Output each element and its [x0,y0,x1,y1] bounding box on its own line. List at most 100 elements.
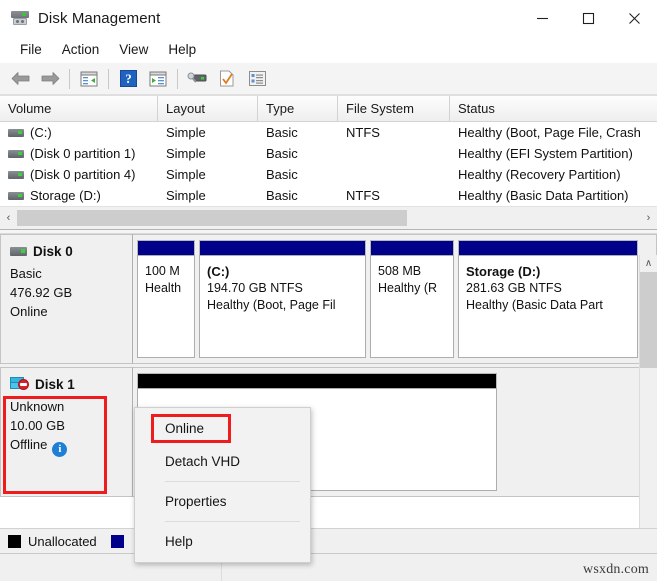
layout-cell: Simple [166,188,206,203]
maximize-button[interactable] [565,0,611,36]
svg-text:?: ? [125,71,132,86]
show-hide-action-pane-icon[interactable] [143,66,173,92]
column-header-layout[interactable]: Layout [158,96,258,121]
table-row[interactable]: (C:) Simple Basic NTFS Healthy (Boot, Pa… [0,122,657,143]
table-row[interactable]: Storage (D:) Simple Basic NTFS Healthy (… [0,185,657,206]
partition-status: Healthy (R [378,281,438,295]
scroll-left-arrow-icon[interactable]: ‹ [0,207,17,229]
column-header-file-system[interactable]: File System [338,96,450,121]
file-system-cell: NTFS [346,125,380,140]
scroll-right-arrow-icon[interactable]: › [640,207,657,229]
partition-body: Storage (D:) 281.63 GB NTFS Healthy (Bas… [458,255,638,358]
column-header-type[interactable]: Type [258,96,338,121]
properties-icon[interactable] [212,66,242,92]
volume-cell: Storage (D:) [0,188,158,203]
partition-size: 100 M [145,264,180,278]
vertical-scrollbar[interactable]: ∧ ∨ [639,255,657,545]
close-button[interactable] [611,0,657,36]
partition-color-bar [137,240,195,255]
volume-list-header: Volume Layout Type File System Status [0,95,657,122]
context-menu-separator [165,521,300,522]
rescan-disks-icon[interactable] [182,66,212,92]
layout-cell: Simple [166,125,206,140]
legend-bar: Unallocated [0,528,657,554]
volume-label: (Disk 0 partition 4) [30,167,136,182]
volume-drive-icon [8,149,24,158]
partition-name: Storage (D:) [466,264,541,279]
disk-name: Disk 0 [33,244,73,259]
table-row[interactable]: (Disk 0 partition 4) Simple Basic Health… [0,164,657,185]
context-menu-item-detach-vhd[interactable]: Detach VHD [135,445,310,478]
help-icon[interactable]: ? [113,66,143,92]
horizontal-scroll-thumb[interactable] [17,210,407,226]
table-row[interactable]: (Disk 0 partition 1) Simple Basic Health… [0,143,657,164]
context-menu-item-online[interactable]: Online [135,412,310,445]
volume-cell: (C:) [0,125,158,140]
menu-item-action[interactable]: Action [52,39,110,60]
toolbar-separator [69,68,70,89]
disk-type: Unknown [10,399,65,414]
partition-status: Health [145,281,182,295]
partition-size: 508 MB [378,264,422,278]
partition-size: 281.63 GB NTFS [466,281,562,295]
menu-bar: File Action View Help [0,36,657,63]
partition-block[interactable]: Storage (D:) 281.63 GB NTFS Healthy (Bas… [458,240,638,358]
partition-block[interactable]: 100 M Health [137,240,195,358]
context-menu-separator [165,481,300,482]
type-cell: Basic [266,125,298,140]
file-system-cell: NTFS [346,188,380,203]
legend-swatch-primary-icon [110,535,124,548]
partition-strip-0: 100 M Health (C:) 194.70 GB NTFS Healthy… [133,234,657,364]
show-hide-console-tree-icon[interactable] [74,66,104,92]
partition-block[interactable]: 508 MB Healthy (R [370,240,454,358]
disk-title-1: Disk 1 [10,377,132,392]
volume-drive-icon [8,191,24,200]
vhd-offline-icon [10,377,29,392]
legend-swatch-unallocated-icon [8,535,21,548]
volume-list: Volume Layout Type File System Status (C… [0,95,657,206]
layout-cell: Simple [166,146,206,161]
toolbar: ? [0,63,657,95]
scroll-up-arrow-icon[interactable]: ∧ [640,255,657,272]
vertical-scroll-thumb[interactable] [640,272,657,368]
partition-status: Healthy (Boot, Page Fil [207,298,336,312]
legend-item-primary [110,535,131,548]
status-cell: Healthy (Basic Data Partition) [458,188,629,203]
partition-name: (C:) [207,264,230,279]
disk-capacity: 476.92 GB [10,285,73,300]
volume-label: Storage (D:) [30,188,101,203]
disk-capacity: 10.00 GB [10,418,65,433]
disk-name: Disk 1 [35,377,75,392]
disk-info-panel-1[interactable]: Disk 1 Unknown 10.00 GB Offline i [0,367,133,497]
legend-item-unallocated: Unallocated [8,534,97,549]
context-menu: Online Detach VHD Properties Help [134,407,311,563]
volume-label: (Disk 0 partition 1) [30,146,136,161]
volume-drive-icon [8,170,24,179]
context-menu-item-help[interactable]: Help [135,525,310,558]
status-bar: wsxdn.com [0,553,657,581]
minimize-button[interactable] [519,0,565,36]
column-header-volume[interactable]: Volume [0,96,158,121]
title-bar: Disk Management [0,0,657,36]
disk-info-panel-0[interactable]: Disk 0 Basic 476.92 GB Online [0,234,133,364]
disk-drive-icon [11,10,29,26]
column-header-status[interactable]: Status [450,96,657,121]
partition-color-bar [199,240,366,255]
back-arrow-icon[interactable] [5,66,35,92]
menu-item-view[interactable]: View [109,39,158,60]
disk-row-1: Disk 1 Unknown 10.00 GB Offline i [0,367,657,497]
list-view-icon[interactable] [242,66,272,92]
menu-item-file[interactable]: File [10,39,52,60]
partition-status: Healthy (Basic Data Part [466,298,603,312]
legend-label: Unallocated [28,534,97,549]
context-menu-item-properties[interactable]: Properties [135,485,310,518]
partition-body: (C:) 194.70 GB NTFS Healthy (Boot, Page … [199,255,366,358]
graphical-disk-view: Disk 0 Basic 476.92 GB Online 100 M Heal… [0,233,657,497]
horizontal-scrollbar[interactable]: ‹ › [0,206,657,229]
partition-body: 508 MB Healthy (R [370,255,454,358]
menu-item-help[interactable]: Help [158,39,206,60]
info-badge-icon[interactable]: i [52,442,68,457]
forward-arrow-icon[interactable] [35,66,65,92]
partition-block[interactable]: (C:) 194.70 GB NTFS Healthy (Boot, Page … [199,240,366,358]
horizontal-scroll-track[interactable] [17,207,640,229]
